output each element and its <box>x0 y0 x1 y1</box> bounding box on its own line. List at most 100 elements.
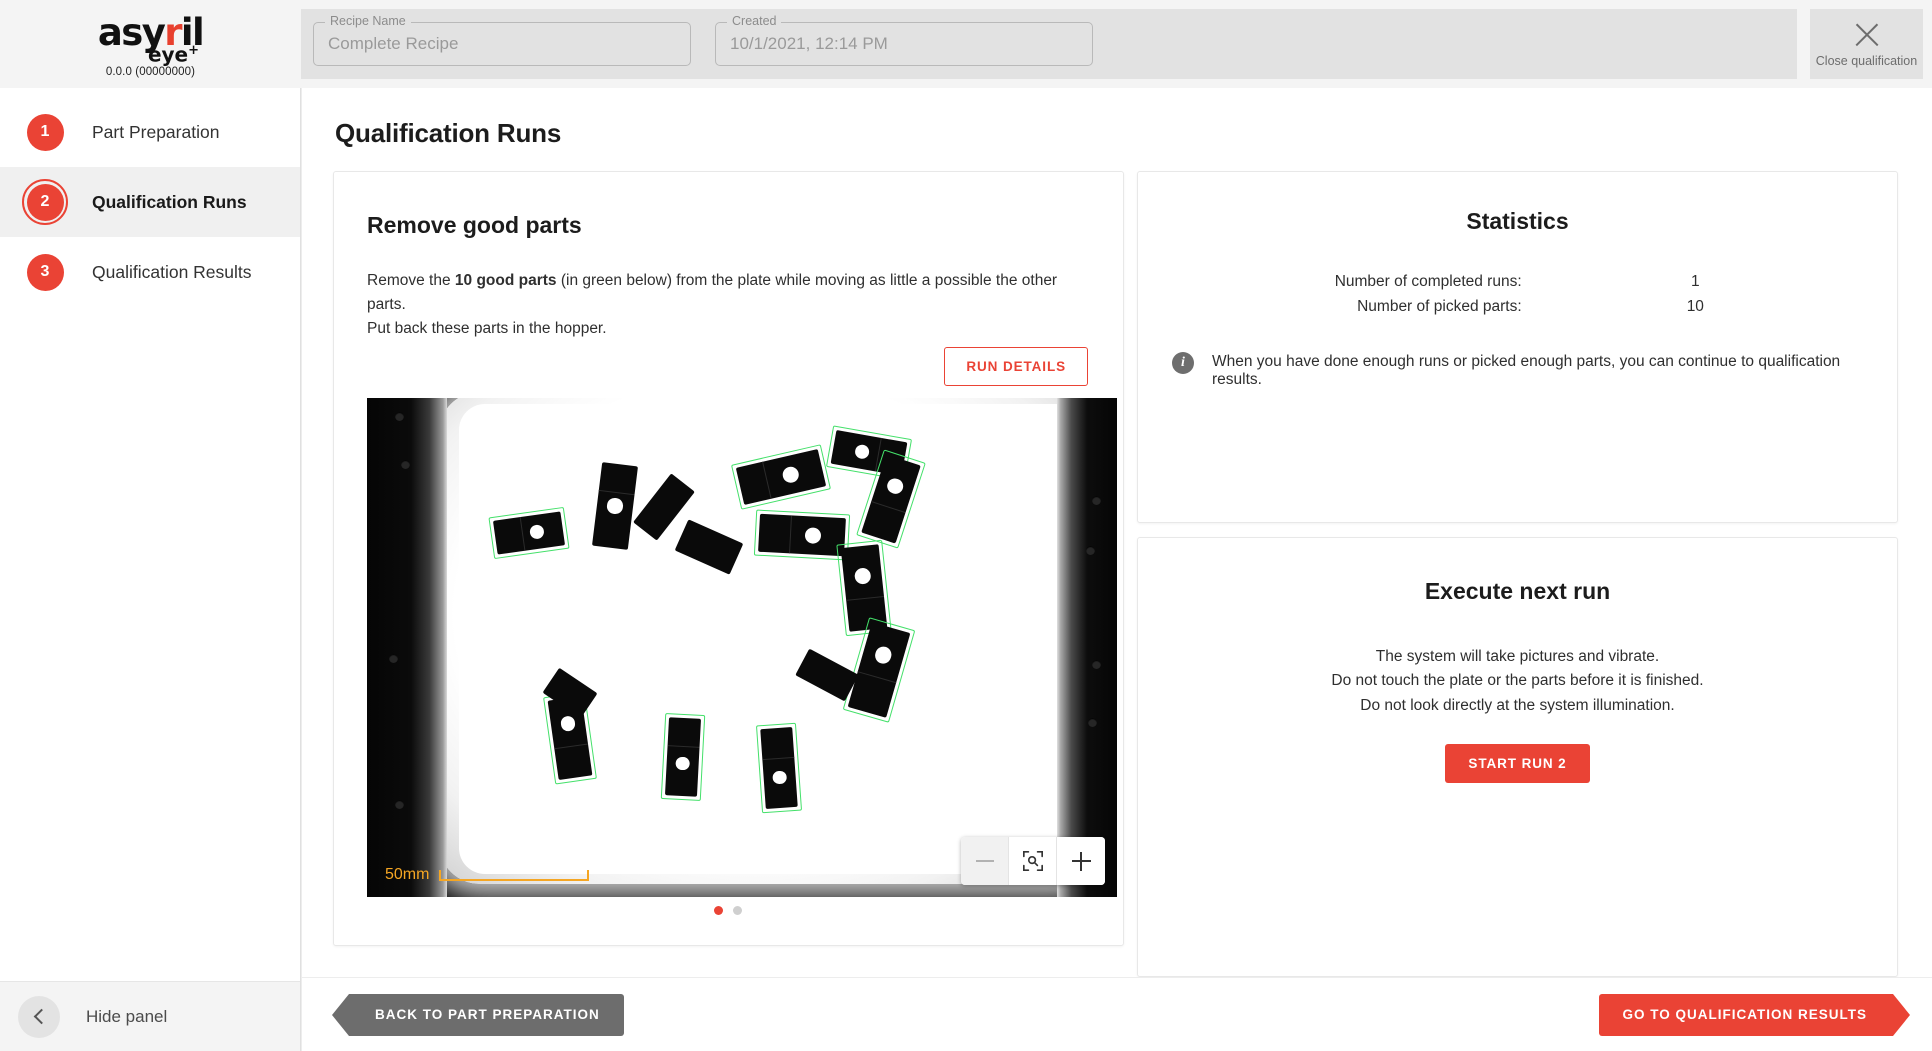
sidebar-item-part-preparation[interactable]: 1 Part Preparation <box>0 97 300 167</box>
run-details-button[interactable]: RUN DETAILS <box>944 347 1088 386</box>
info-text: When you have done enough runs or picked… <box>1212 352 1869 389</box>
part-image-viewer[interactable]: 50mm <box>367 398 1117 897</box>
statistics-title: Statistics <box>1166 208 1869 235</box>
part-hole <box>676 756 690 770</box>
execute-next-run-card: Execute next run The system will take pi… <box>1137 537 1898 977</box>
stat-value: 1 <box>1522 273 1869 291</box>
execute-line-1: The system will take pictures and vibrat… <box>1331 645 1703 669</box>
execute-instructions: The system will take pictures and vibrat… <box>1331 645 1703 718</box>
image-viewer-wrap: 50mm <box>367 398 1088 915</box>
content-columns: Remove good parts Remove the 10 good par… <box>302 149 1932 977</box>
part-hole <box>854 568 872 586</box>
execute-line-3: Do not look directly at the system illum… <box>1331 694 1703 718</box>
statistics-card: Statistics Number of completed runs: 1 N… <box>1137 171 1898 523</box>
logo-text-tail: il <box>181 11 203 54</box>
created-label: Created <box>727 15 781 28</box>
page-title: Qualification Runs <box>302 88 1932 149</box>
part-hole <box>560 716 576 732</box>
bezel-left <box>367 398 447 897</box>
sidebar-item-label: Part Preparation <box>92 122 219 143</box>
instruction-pre: Remove the <box>367 272 455 289</box>
part-hole <box>854 444 871 461</box>
recipe-name-label: Recipe Name <box>325 15 411 28</box>
execute-title: Execute next run <box>1425 578 1610 605</box>
close-qualification-label: Close qualification <box>1816 54 1917 68</box>
instruction-line-2: Put back these parts in the hopper. <box>367 317 1088 341</box>
asyril-logo: asyril <box>98 14 203 51</box>
body: 1 Part Preparation 2 Qualification Runs … <box>0 88 1932 1051</box>
remove-good-parts-card: Remove good parts Remove the 10 good par… <box>333 171 1124 946</box>
run-details-row: RUN DETAILS <box>367 347 1088 386</box>
chevron-left-icon <box>18 996 60 1038</box>
table-row: Number of picked parts: 10 <box>1166 298 1869 316</box>
info-message: i When you have done enough runs or pick… <box>1166 352 1869 389</box>
start-run-button[interactable]: START RUN 2 <box>1445 744 1589 783</box>
statistics-rows: Number of completed runs: 1 Number of pi… <box>1166 273 1869 316</box>
part-hole <box>607 498 624 515</box>
version-label: 0.0.0 (00000000) <box>106 66 195 78</box>
part-hole <box>781 465 800 484</box>
logo-text-accent: r <box>164 11 181 54</box>
part-body <box>665 717 701 797</box>
step-number-badge: 2 <box>27 184 64 221</box>
close-icon <box>1852 20 1882 50</box>
back-to-part-preparation-button[interactable]: BACK TO PART PREPARATION <box>349 994 624 1036</box>
recipe-name-field[interactable]: Recipe Name Complete Recipe <box>313 22 691 66</box>
stat-value: 10 <box>1522 298 1869 316</box>
scale-bar: 50mm <box>385 866 589 884</box>
part-9 <box>841 544 888 632</box>
step-number-badge: 3 <box>27 254 64 291</box>
sidebar-spacer <box>0 307 300 981</box>
sidebar-item-qualification-runs[interactable]: 2 Qualification Runs <box>0 167 300 237</box>
part-hole <box>873 644 894 665</box>
header-fields: Recipe Name Complete Recipe Created 10/1… <box>301 9 1797 79</box>
info-icon: i <box>1172 352 1194 374</box>
part-body <box>758 514 846 556</box>
main-content: Qualification Runs Remove good parts Rem… <box>301 88 1932 1051</box>
part-15 <box>760 727 798 809</box>
sidebar-item-qualification-results[interactable]: 3 Qualification Results <box>0 237 300 307</box>
part-hole <box>805 527 822 544</box>
step-number-badge: 1 <box>27 114 64 151</box>
scale-label: 50mm <box>385 866 429 884</box>
instruction-bold: 10 good parts <box>455 272 557 289</box>
right-column: Statistics Number of completed runs: 1 N… <box>1137 171 1898 977</box>
part-body <box>760 727 798 809</box>
recipe-name-value: Complete Recipe <box>328 34 458 54</box>
zoom-in-button[interactable] <box>1057 837 1105 885</box>
close-qualification-button[interactable]: Close qualification <box>1810 9 1923 79</box>
zoom-out-button[interactable] <box>961 837 1009 885</box>
top-bar: asyril eye+ 0.0.0 (00000000) Recipe Name… <box>0 0 1932 88</box>
part-1 <box>493 511 565 554</box>
hide-panel-button[interactable]: Hide panel <box>0 981 300 1051</box>
footer-inner: BACK TO PART PREPARATION GO TO QUALIFICA… <box>302 994 1932 1036</box>
scale-line <box>439 870 589 881</box>
go-to-qualification-results-button[interactable]: GO TO QUALIFICATION RESULTS <box>1599 994 1894 1036</box>
fit-to-screen-icon <box>1022 850 1044 872</box>
qualification-app: asyril eye+ 0.0.0 (00000000) Recipe Name… <box>0 0 1932 1051</box>
sidebar-item-label: Qualification Results <box>92 262 252 283</box>
step-badge-wrap-1: 1 <box>22 109 68 155</box>
sidebar-item-label: Qualification Runs <box>92 192 247 213</box>
step-badge-wrap-2: 2 <box>22 179 68 225</box>
zoom-fit-button[interactable] <box>1009 837 1057 885</box>
footer-actions: BACK TO PART PREPARATION GO TO QUALIFICA… <box>302 977 1932 1051</box>
stat-label: Number of picked parts: <box>1166 298 1522 316</box>
carousel-dot-1[interactable] <box>714 906 723 915</box>
instruction-text: Remove the 10 good parts (in green below… <box>367 269 1088 341</box>
sidebar-steps: 1 Part Preparation 2 Qualification Runs … <box>0 88 300 307</box>
carousel-dots <box>367 906 1088 915</box>
plus-icon <box>1072 852 1091 871</box>
card-heading: Remove good parts <box>367 212 1088 239</box>
part-hole <box>529 524 545 540</box>
created-field[interactable]: Created 10/1/2021, 12:14 PM <box>715 22 1093 66</box>
instruction-line-1: Remove the 10 good parts (in green below… <box>367 269 1088 317</box>
part-hole <box>772 770 786 784</box>
part-8 <box>758 514 846 556</box>
execute-line-2: Do not touch the plate or the parts befo… <box>1331 669 1703 693</box>
sidebar: 1 Part Preparation 2 Qualification Runs … <box>0 88 301 1051</box>
part-14 <box>665 717 701 797</box>
carousel-dot-2[interactable] <box>733 906 742 915</box>
created-value: 10/1/2021, 12:14 PM <box>730 34 888 54</box>
stat-label: Number of completed runs: <box>1166 273 1522 291</box>
